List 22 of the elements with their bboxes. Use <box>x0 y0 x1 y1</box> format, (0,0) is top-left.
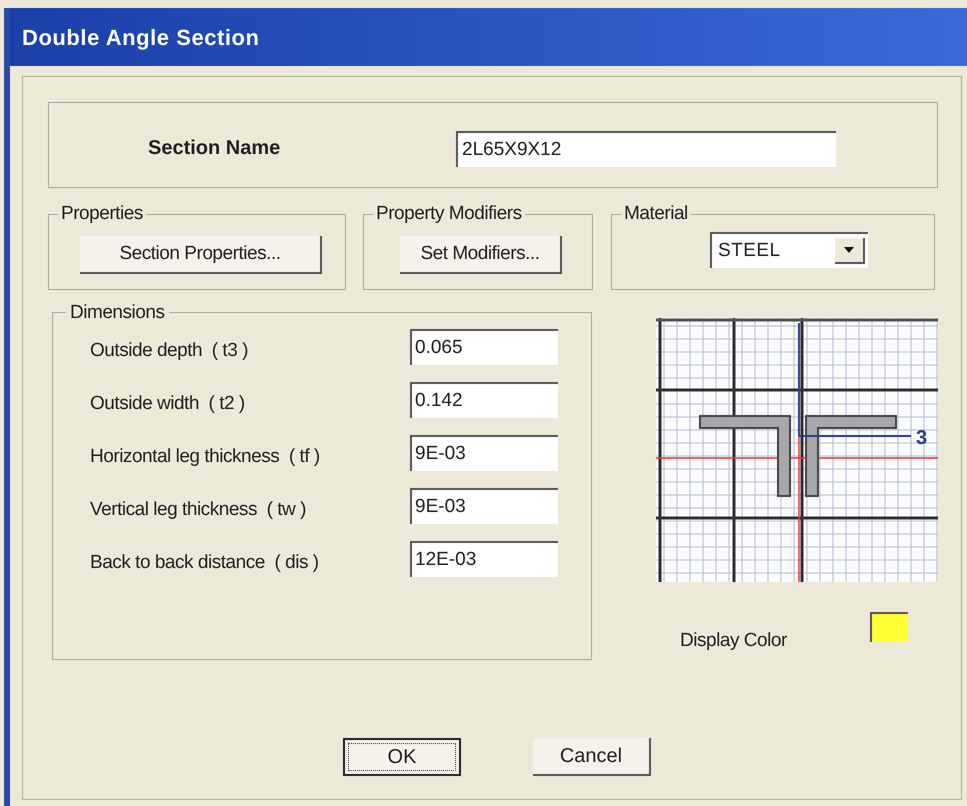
field-label: Outside width ( t2 ) <box>90 392 246 416</box>
dropdown-arrow-icon <box>844 247 854 253</box>
dimension-field[interactable]: 0.065 <box>410 328 558 364</box>
button[interactable]: Set Modifiers... <box>400 236 562 274</box>
ok-button[interactable]: OK <box>343 738 461 776</box>
display-color-label: Display Color <box>680 629 787 653</box>
dimension-field[interactable]: 9E-03 <box>410 434 558 470</box>
cancel-button[interactable]: Cancel <box>533 738 651 776</box>
dimension-field[interactable]: 9E-03 <box>410 488 558 524</box>
dimension-field[interactable]: 12E-03 <box>410 540 558 576</box>
dimension-field[interactable]: 0.142 <box>410 382 558 418</box>
field-label: Horizontal leg thickness ( tf ) <box>90 445 321 470</box>
color-swatch[interactable] <box>870 612 908 642</box>
axis-label: 3 <box>916 427 928 449</box>
button[interactable]: Section Properties... <box>80 236 322 274</box>
section-name-field[interactable]: 2L65X9X12 <box>456 131 836 167</box>
material-dropdown[interactable]: STEEL <box>710 232 868 268</box>
field-label: Vertical leg thickness ( tw ) <box>90 498 307 522</box>
section-name-label: Section Name <box>148 136 280 161</box>
field-label: Back to back distance ( dis ) <box>90 551 320 576</box>
window-title: Double Angle Section <box>22 24 260 52</box>
field-label: Outside depth ( t3 ) <box>90 339 249 364</box>
